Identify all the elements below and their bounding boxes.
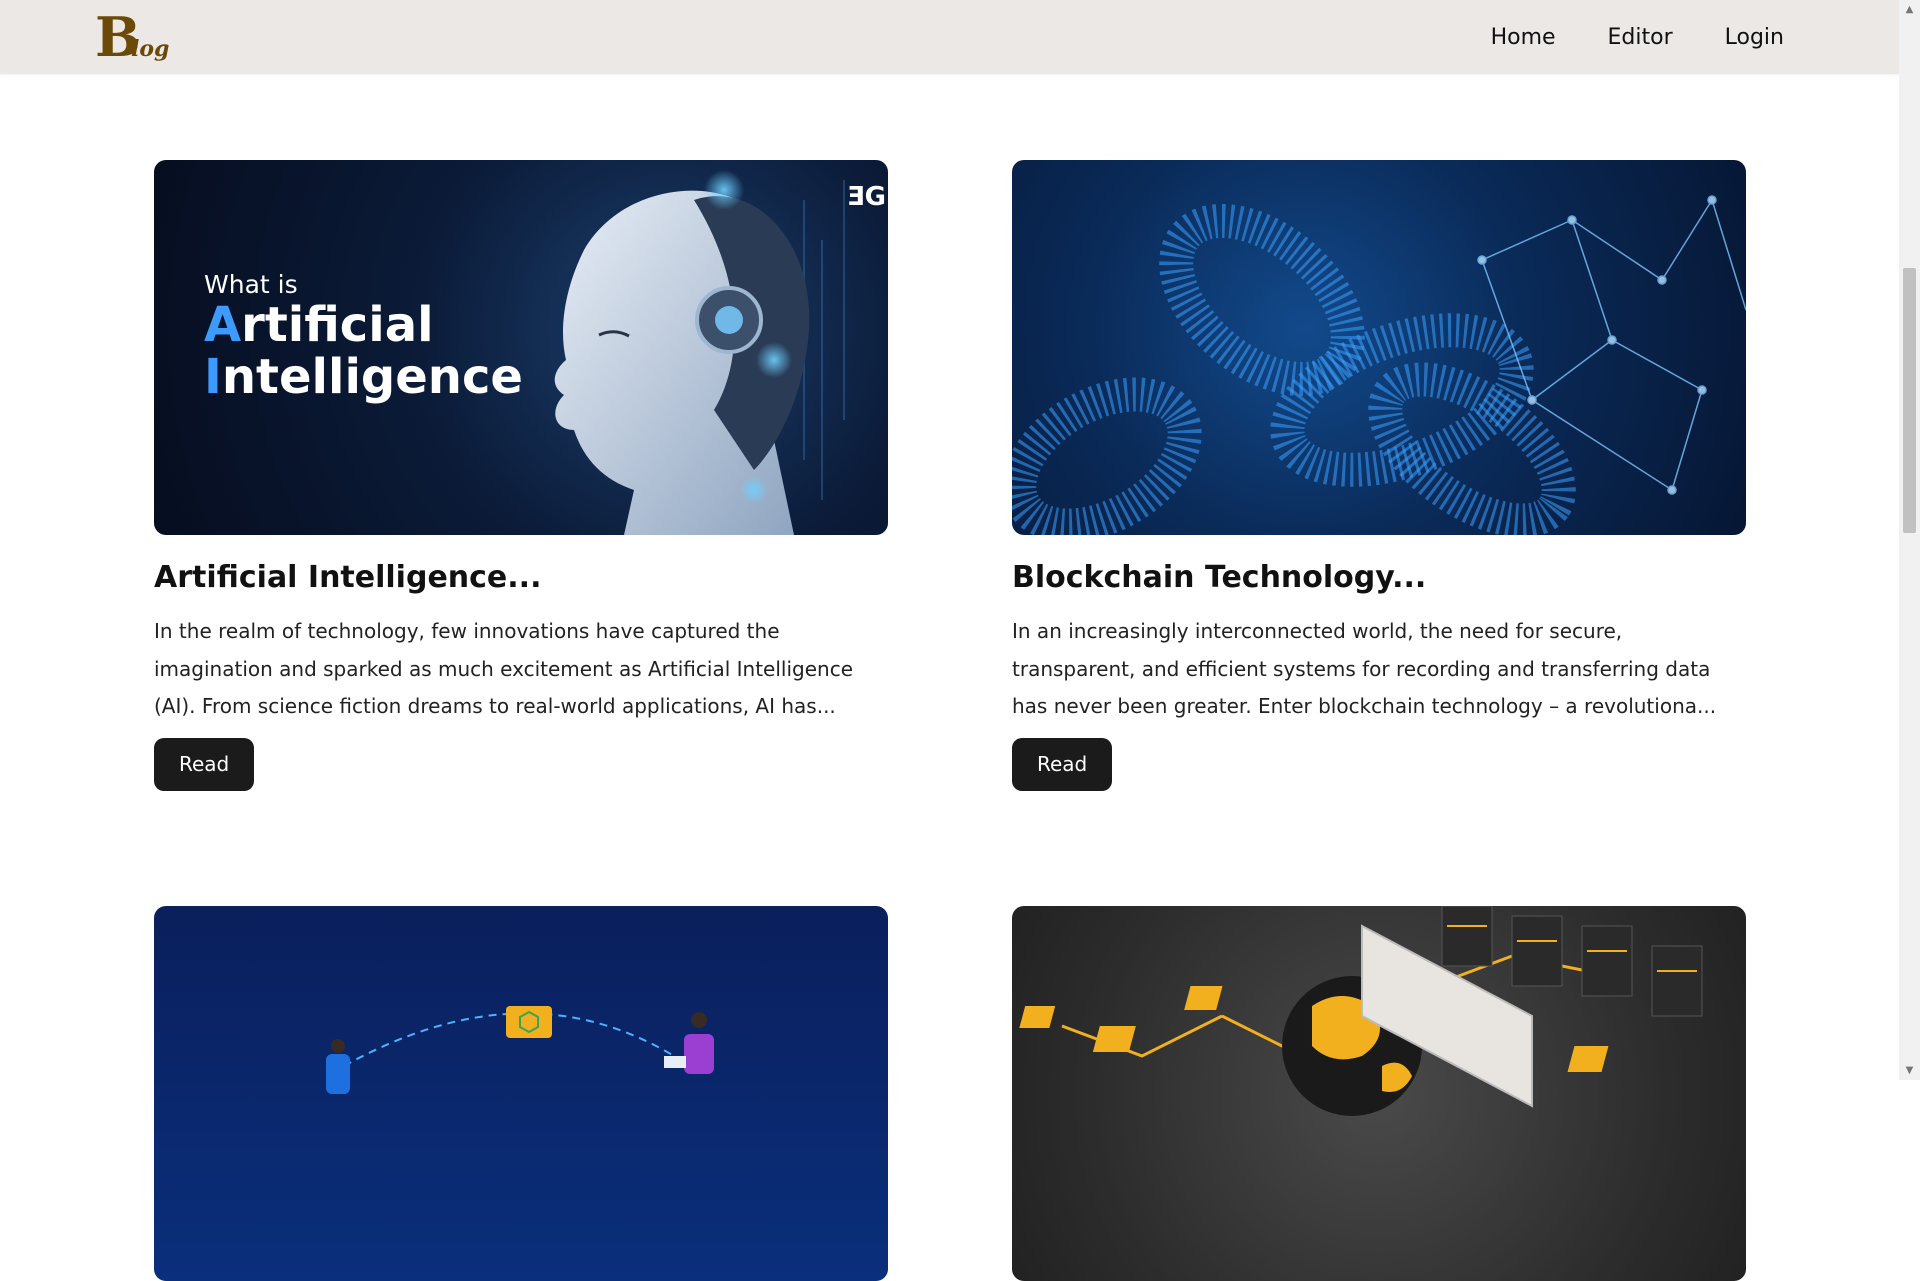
ai-accent-i: I: [204, 349, 222, 405]
top-navbar: B log Home Editor Login: [0, 0, 1899, 74]
page-scrollbar[interactable]: ▲ ▼: [1899, 0, 1920, 1080]
read-button[interactable]: Read: [1012, 737, 1113, 791]
post-title[interactable]: Artificial Intelligence...: [154, 559, 888, 597]
post-image-security[interactable]: [1012, 906, 1746, 1281]
file-sharing-illustration: [326, 1006, 714, 1094]
ai-image-headline: What is Artificial Intelligence: [204, 270, 523, 403]
post-image-networking[interactable]: [154, 906, 888, 1281]
ai-image-line3: Intelligence: [204, 351, 523, 403]
read-button[interactable]: Read: [154, 737, 255, 791]
post-card-security: [1012, 906, 1746, 1281]
gfg-logo: ƎG: [846, 182, 886, 212]
firewall-illustration: [1019, 906, 1703, 1116]
ai-image-line2: Artificial: [204, 299, 523, 351]
post-card-blockchain: Blockchain Technology... In an increasin…: [1012, 160, 1746, 791]
ai-accent-a: A: [204, 297, 242, 353]
scroll-down-arrow-icon[interactable]: ▼: [1899, 1065, 1920, 1076]
post-card-networking: [154, 906, 888, 1281]
logo-text-log: log: [131, 36, 170, 62]
blockchain-illustration: [1012, 195, 1746, 535]
post-excerpt: In an increasingly interconnected world,…: [1012, 619, 1717, 718]
post-image-blockchain[interactable]: [1012, 160, 1746, 535]
ai-image-line1: What is: [204, 270, 298, 299]
post-image-ai[interactable]: What is Artificial Intelligence ƎG: [154, 160, 888, 535]
ai-line2-rest: rtificial: [241, 297, 434, 353]
scroll-up-arrow-icon[interactable]: ▲: [1899, 4, 1920, 15]
post-excerpt: In the realm of technology, few innovati…: [154, 619, 853, 718]
scrollbar-thumb[interactable]: [1903, 268, 1916, 533]
blog-logo[interactable]: B log: [95, 8, 175, 66]
nav-home-link[interactable]: Home: [1491, 25, 1556, 50]
ai-line3-rest: ntelligence: [221, 349, 523, 405]
nav-editor-link[interactable]: Editor: [1608, 25, 1673, 50]
post-title[interactable]: Blockchain Technology...: [1012, 559, 1746, 597]
nav-menu: Home Editor Login: [1491, 0, 1784, 74]
nav-login-link[interactable]: Login: [1725, 25, 1784, 50]
post-card-ai: What is Artificial Intelligence ƎG Artif…: [154, 160, 888, 791]
